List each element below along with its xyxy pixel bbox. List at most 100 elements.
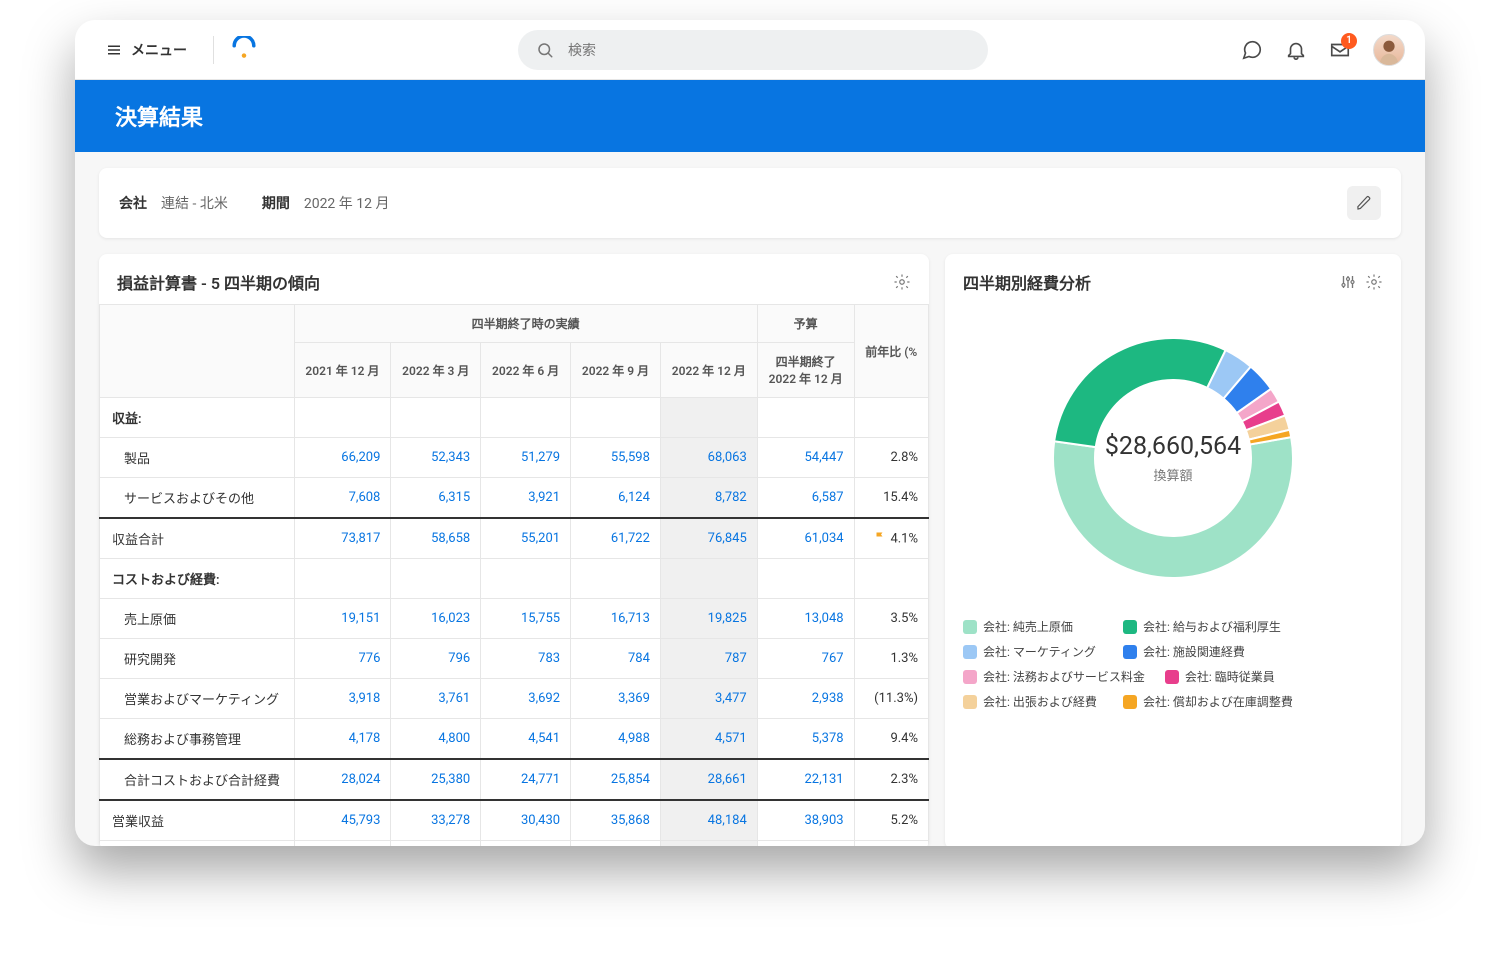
cell-value[interactable]: 73,817 [294,518,391,559]
col-budget-period: 四半期終了 2022 年 12 月 [757,343,854,398]
cell-value[interactable]: 787 [660,639,757,679]
sliders-icon[interactable] [1339,273,1357,291]
menu-button[interactable]: メニュー [95,34,197,66]
cell-value[interactable]: 4,178 [294,719,391,760]
cell-empty [757,559,854,599]
cell-value[interactable]: 28,661 [660,759,757,800]
cell-value[interactable]: 51,279 [481,438,571,478]
legend-swatch [963,670,977,684]
cell-value[interactable]: 19,825 [660,599,757,639]
cell-value[interactable]: 15,755 [481,599,571,639]
cell-value[interactable]: 3,761 [391,679,481,719]
table-row: 収益合計73,81758,65855,20161,72276,84561,034… [100,518,929,559]
cell-value[interactable]: 4,541 [481,719,571,760]
cell-value[interactable]: 68,063 [660,438,757,478]
cell-value[interactable]: 66,209 [294,438,391,478]
donut-label: 換算額 [1153,465,1192,484]
cell-value[interactable]: 2,639 [481,841,571,847]
cell-value[interactable]: 2,892 [571,841,661,847]
cell-value[interactable]: 6,315 [391,478,481,519]
cell-value[interactable]: 796 [391,639,481,679]
cell-value[interactable]: 25,854 [571,759,661,800]
cell-value[interactable]: 33,278 [391,800,481,841]
cell-value[interactable]: 52,343 [391,438,481,478]
cell-value[interactable]: 767 [757,639,854,679]
gear-icon[interactable] [893,273,911,291]
bell-icon[interactable] [1285,39,1307,61]
cell-value[interactable]: 7,608 [294,478,391,519]
cell-value[interactable]: 19,151 [294,599,391,639]
edit-filters-button[interactable] [1347,186,1381,220]
cell-value[interactable]: 783 [481,639,571,679]
cell-value[interactable]: 3,918 [294,679,391,719]
inbox-button[interactable]: 1 [1329,39,1351,61]
cell-value[interactable]: 45,793 [294,800,391,841]
cell-value[interactable]: 13,048 [757,599,854,639]
cell-empty [391,559,481,599]
flag-icon [874,531,886,547]
cell-value[interactable]: 3,692 [481,679,571,719]
cell-value[interactable]: 776 [294,639,391,679]
cell-value[interactable]: 8,782 [660,478,757,519]
gear-icon[interactable] [1365,273,1383,291]
cell-value[interactable]: 784 [571,639,661,679]
cell-value[interactable]: 28,024 [294,759,391,800]
cell-value[interactable]: 6,587 [757,478,854,519]
cell-value[interactable]: 35,868 [571,800,661,841]
cell-value[interactable]: 55,201 [481,518,571,559]
cell-value[interactable]: 38,903 [757,800,854,841]
cell-value[interactable]: 24,771 [481,759,571,800]
cell-yoy: 2.8% [854,438,928,478]
cell-value[interactable]: 30,430 [481,800,571,841]
legend-item[interactable]: 会社: 法務およびサービス料金 [963,668,1145,685]
filter-period-label: 期間 [262,193,290,213]
filter-company-value: 連結 - 北米 [161,193,228,213]
legend-item[interactable]: 会社: 臨時従業員 [1165,668,1305,685]
cell-value[interactable]: 4,988 [571,719,661,760]
legend-item[interactable]: 会社: 給与および福利厚生 [1123,618,1281,635]
workday-logo[interactable] [230,36,258,64]
table-row: その他利益 (費用)2,731(355)2,6392,8922,7050(0.9… [100,841,929,847]
legend-label: 会社: 法務およびサービス料金 [983,668,1145,685]
avatar[interactable] [1373,34,1405,66]
cell-value[interactable]: 61,722 [571,518,661,559]
legend-item[interactable]: 会社: 出張および経費 [963,693,1103,710]
donut-chart[interactable]: $28,660,564 換算額 [1033,318,1313,598]
table-row: 営業およびマーケティング3,9183,7613,6923,3693,4772,9… [100,679,929,719]
filter-period-value: 2022 年 12 月 [304,193,390,213]
legend-item[interactable]: 会社: 施設関連経費 [1123,643,1263,660]
pl-table-wrap[interactable]: 四半期終了時の実績 予算 前年比 (% 2021 年 12 月2022 年 3 … [99,304,929,846]
cell-value[interactable]: 5,378 [757,719,854,760]
cell-value[interactable]: 22,131 [757,759,854,800]
cell-value[interactable]: 3,369 [571,679,661,719]
cell-value[interactable]: 6,124 [571,478,661,519]
cell-value[interactable]: 16,713 [571,599,661,639]
cell-value[interactable]: 58,658 [391,518,481,559]
cell-value[interactable]: 76,845 [660,518,757,559]
cell-value[interactable]: 61,034 [757,518,854,559]
cell-value[interactable]: 54,447 [757,438,854,478]
row-label: 総務および事務管理 [100,719,295,760]
search-bar[interactable] [518,30,988,70]
cell-value[interactable]: 3,921 [481,478,571,519]
search-input[interactable] [566,41,970,59]
chat-icon[interactable] [1241,39,1263,61]
cell-value[interactable]: 2,731 [294,841,391,847]
legend-item[interactable]: 会社: 純売上原価 [963,618,1103,635]
cell-value[interactable]: 25,380 [391,759,481,800]
cell-value[interactable]: 4,800 [391,719,481,760]
cell-value[interactable]: 16,023 [391,599,481,639]
cell-value[interactable]: 2,705 [660,841,757,847]
cell-value[interactable]: 2,938 [757,679,854,719]
legend-item[interactable]: 会社: 償却および在庫調整費 [1123,693,1293,710]
cell-value[interactable]: 0 [757,841,854,847]
cell-value[interactable]: 55,598 [571,438,661,478]
cell-empty [660,559,757,599]
cell-value[interactable]: 3,477 [660,679,757,719]
cell-value[interactable]: 4,571 [660,719,757,760]
col-period: 2021 年 12 月 [294,343,391,398]
cell-value[interactable]: 48,184 [660,800,757,841]
legend-label: 会社: 純売上原価 [983,618,1073,635]
legend-item[interactable]: 会社: マーケティング [963,643,1103,660]
cell-value[interactable]: (355) [391,841,481,847]
